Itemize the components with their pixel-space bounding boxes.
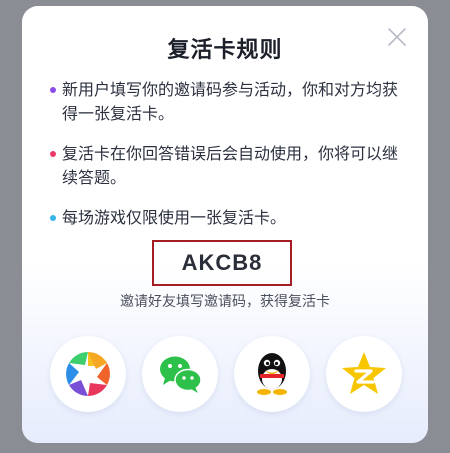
rule-text: 新用户填写你的邀请码参与活动，你和对方均获得一张复活卡。 bbox=[62, 80, 399, 123]
qq-penguin-icon bbox=[257, 353, 287, 395]
share-qzone-button[interactable] bbox=[326, 336, 402, 412]
rules-list: 新用户填写你的邀请码参与活动，你和对方均获得一张复活卡。 复活卡在你回答错误后会… bbox=[50, 78, 410, 246]
bullet-dot bbox=[50, 215, 56, 221]
rule-item: 每场游戏仅限使用一张复活卡。 bbox=[50, 206, 410, 230]
rule-text: 复活卡在你回答错误后会自动使用，你将可以继续答题。 bbox=[62, 144, 399, 187]
qzone-star-icon bbox=[342, 352, 386, 394]
share-qq-button[interactable] bbox=[234, 336, 310, 412]
invite-hint: 邀请好友填写邀请码，获得复活卡 bbox=[120, 294, 330, 310]
rule-item: 新用户填写你的邀请码参与活动，你和对方均获得一张复活卡。 bbox=[50, 78, 410, 126]
wechat-icon bbox=[160, 356, 202, 393]
invite-code[interactable]: AKCB8 bbox=[152, 240, 292, 286]
share-moments-button[interactable] bbox=[50, 336, 126, 412]
dialog-title: 复活卡规则 bbox=[167, 38, 283, 63]
rule-item: 复活卡在你回答错误后会自动使用，你将可以继续答题。 bbox=[50, 142, 410, 190]
share-options bbox=[50, 336, 402, 416]
aperture-icon bbox=[66, 352, 110, 396]
rules-dialog: 复活卡规则 新用户填写你的邀请码参与活动，你和对方均获得一张复活卡。 复活卡在你… bbox=[22, 6, 428, 443]
bullet-dot bbox=[50, 87, 56, 93]
bullet-dot bbox=[50, 151, 56, 157]
close-icon bbox=[388, 28, 406, 46]
close-button[interactable] bbox=[384, 24, 410, 50]
share-wechat-button[interactable] bbox=[142, 336, 218, 412]
rule-text: 每场游戏仅限使用一张复活卡。 bbox=[62, 208, 287, 227]
